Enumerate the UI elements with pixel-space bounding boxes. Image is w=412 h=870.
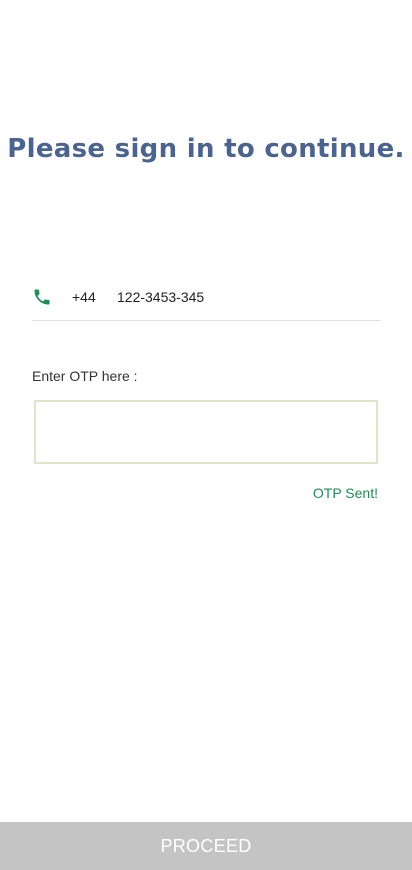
otp-input[interactable] [34,400,378,464]
proceed-button[interactable]: PROCEED [0,822,412,870]
page-title: Please sign in to continue. [7,134,405,164]
country-code: +44 [72,289,96,305]
phone-number: 122-3453-345 [117,289,205,305]
otp-status: OTP Sent! [312,485,378,501]
phone-icon [32,287,52,307]
phone-number-row: +44 122-3453-345 [32,280,381,321]
otp-label: Enter OTP here : [32,368,138,384]
